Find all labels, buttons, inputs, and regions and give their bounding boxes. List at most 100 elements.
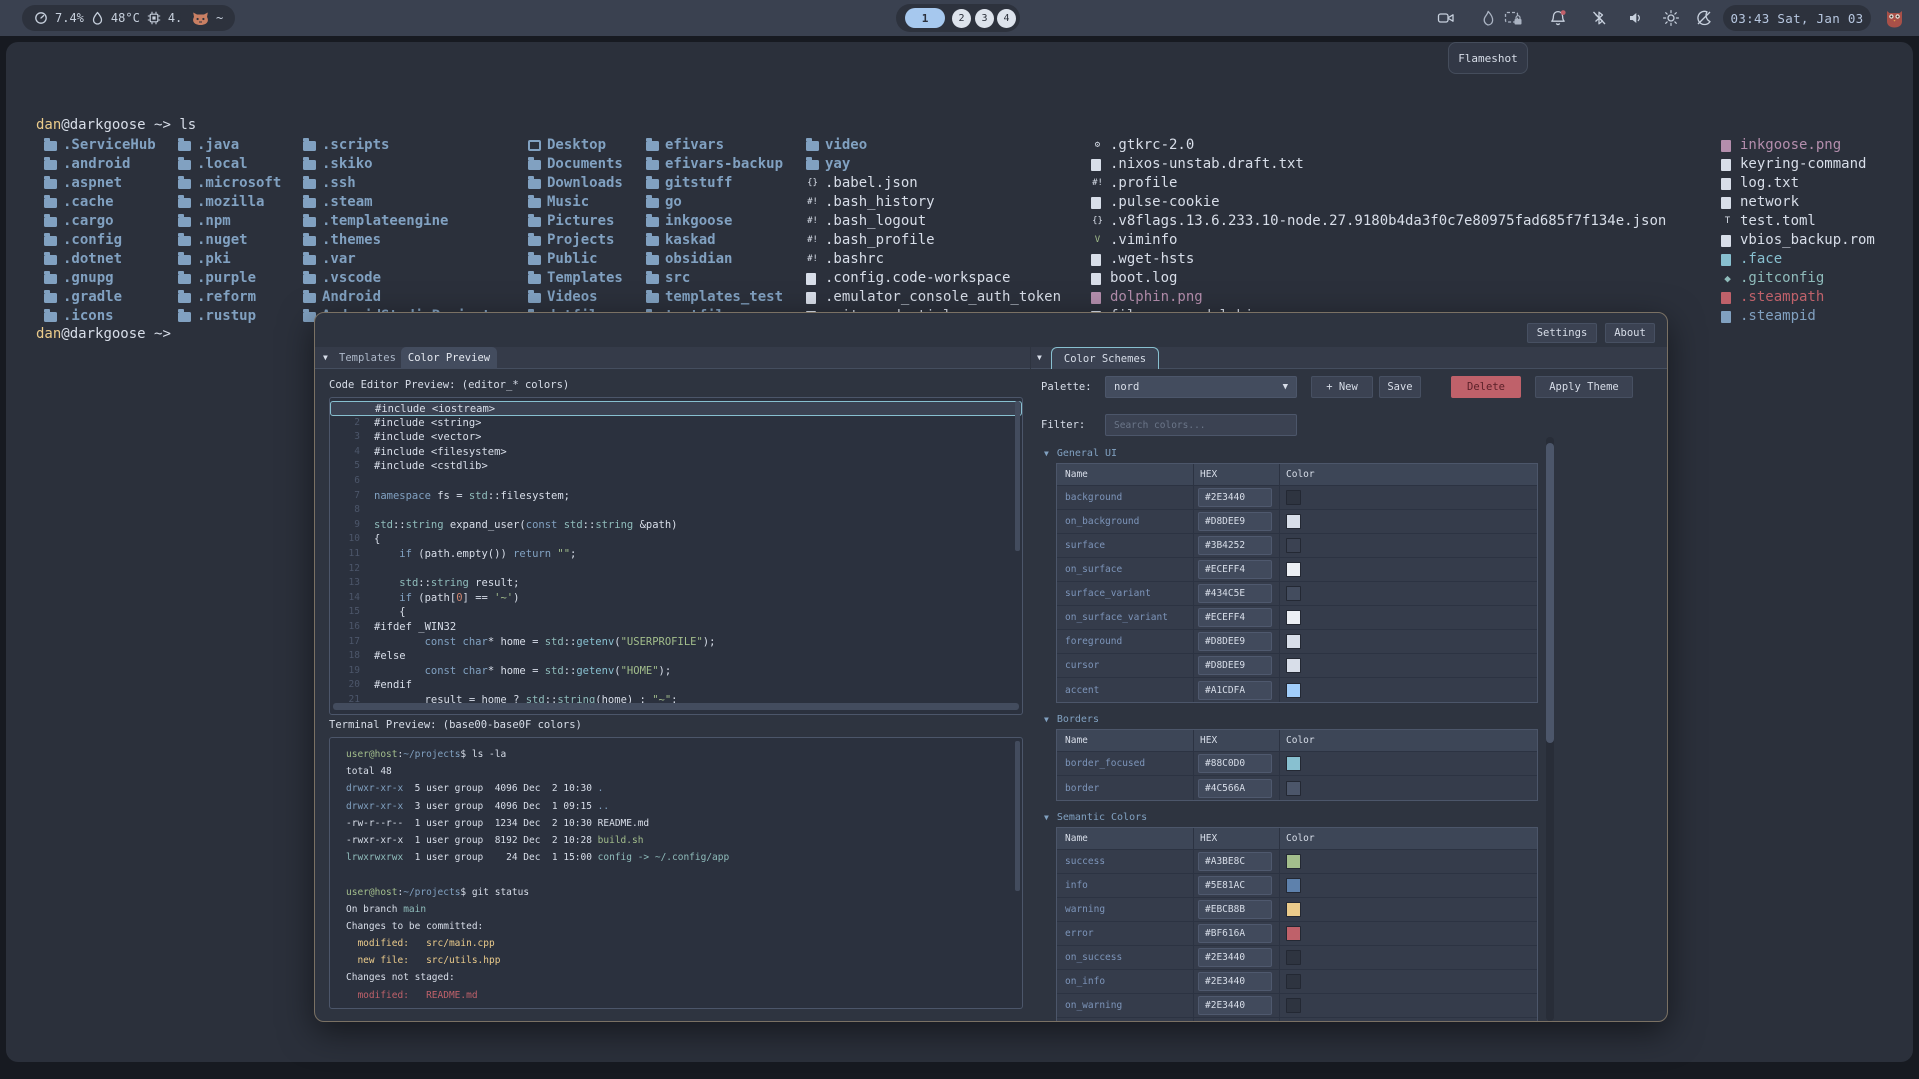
color-filter-input[interactable] bbox=[1105, 414, 1297, 436]
workspace-3[interactable]: 3 bbox=[975, 9, 994, 28]
workspace-1-active[interactable]: 1 bbox=[905, 8, 945, 28]
terminal-preview-scrollbar[interactable] bbox=[1015, 741, 1020, 891]
color-row[interactable]: accent#A1CDFA bbox=[1057, 678, 1537, 702]
line-number: 13 bbox=[334, 576, 360, 591]
workspace-4[interactable]: 4 bbox=[997, 9, 1016, 28]
hex-value-input[interactable]: #2E3440 bbox=[1198, 488, 1272, 507]
hex-value-input[interactable]: #D8DEE9 bbox=[1198, 656, 1272, 675]
bluetooth-off-icon[interactable] bbox=[1590, 9, 1608, 27]
delete-button[interactable]: Delete bbox=[1451, 376, 1521, 398]
color-row[interactable]: border#4C566A bbox=[1057, 776, 1537, 800]
clock[interactable]: 03:43 Sat, Jan 03 bbox=[1723, 5, 1871, 31]
tab-color-preview[interactable]: Color Preview bbox=[401, 347, 497, 369]
color-swatch[interactable] bbox=[1286, 514, 1301, 529]
color-swatch[interactable] bbox=[1286, 562, 1301, 577]
color-row[interactable]: surface_variant#434C5E bbox=[1057, 582, 1537, 606]
night-light-off-icon[interactable] bbox=[1695, 9, 1713, 27]
color-swatch[interactable] bbox=[1286, 634, 1301, 649]
color-swatch[interactable] bbox=[1286, 538, 1301, 553]
screen-record-icon[interactable] bbox=[1437, 9, 1455, 27]
color-row[interactable]: on_background#D8DEE9 bbox=[1057, 510, 1537, 534]
hex-value-input[interactable]: #A3BE8C bbox=[1198, 852, 1272, 871]
folder-icon bbox=[528, 255, 541, 265]
hex-value-input[interactable]: #ECEFF4 bbox=[1198, 560, 1272, 579]
code-scrollbar[interactable] bbox=[1015, 401, 1020, 551]
hex-value-input[interactable] bbox=[1198, 1021, 1272, 1023]
hex-value-input[interactable]: #ECEFF4 bbox=[1198, 608, 1272, 627]
color-swatch[interactable] bbox=[1286, 781, 1301, 796]
horizontal-scrollbar[interactable] bbox=[333, 703, 1019, 710]
file-name: .purple bbox=[197, 269, 256, 288]
brightness-icon[interactable] bbox=[1662, 9, 1680, 27]
color-swatch[interactable] bbox=[1286, 998, 1301, 1013]
chevron-down-icon[interactable]: ▼ bbox=[323, 353, 328, 362]
section-header[interactable]: ▼General UI bbox=[1041, 445, 1655, 461]
code-token: result; bbox=[469, 576, 520, 591]
flameshot-icon[interactable] bbox=[1479, 9, 1497, 27]
hex-value-input[interactable]: #2E3440 bbox=[1198, 996, 1272, 1015]
color-swatch[interactable] bbox=[1286, 658, 1301, 673]
color-swatch[interactable] bbox=[1286, 926, 1301, 941]
save-button[interactable]: Save bbox=[1379, 376, 1421, 398]
color-row[interactable]: surface#3B4252 bbox=[1057, 534, 1537, 558]
hex-value-input[interactable]: #2E3440 bbox=[1198, 972, 1272, 991]
color-swatch[interactable] bbox=[1286, 902, 1301, 917]
color-row[interactable]: foreground#D8DEE9 bbox=[1057, 630, 1537, 654]
color-row[interactable]: on_info#2E3440 bbox=[1057, 970, 1537, 994]
tray-owl-icon[interactable] bbox=[1884, 7, 1902, 25]
color-row[interactable]: border_focused#88C0D0 bbox=[1057, 752, 1537, 776]
color-swatch[interactable] bbox=[1286, 878, 1301, 893]
hex-value-input[interactable]: #D8DEE9 bbox=[1198, 512, 1272, 531]
color-row[interactable]: on_surface_variant#ECEFF4 bbox=[1057, 606, 1537, 630]
tab-color-schemes[interactable]: Color Schemes bbox=[1051, 347, 1159, 369]
hex-value-input[interactable]: #434C5E bbox=[1198, 584, 1272, 603]
terminal-preview[interactable]: user@host:~/projects$ ls -latotal 48drwx… bbox=[329, 737, 1023, 1009]
color-row[interactable]: error#BF616A bbox=[1057, 922, 1537, 946]
hex-value-input[interactable]: #88C0D0 bbox=[1198, 754, 1272, 773]
hex-value-input[interactable]: #BF616A bbox=[1198, 924, 1272, 943]
color-row[interactable]: info#5E81AC bbox=[1057, 874, 1537, 898]
tab-templates[interactable]: Templates bbox=[339, 347, 396, 369]
code-token bbox=[374, 576, 399, 591]
color-row[interactable]: on_surface#ECEFF4 bbox=[1057, 558, 1537, 582]
color-swatch[interactable] bbox=[1286, 610, 1301, 625]
color-swatch[interactable] bbox=[1286, 974, 1301, 989]
panel-scrollbar-thumb[interactable] bbox=[1546, 443, 1554, 743]
color-swatch[interactable] bbox=[1286, 683, 1301, 698]
section-header[interactable]: ▼Semantic Colors bbox=[1041, 809, 1655, 825]
color-swatch[interactable] bbox=[1286, 854, 1301, 869]
color-row[interactable]: on_warning#2E3440 bbox=[1057, 994, 1537, 1018]
hex-value-input[interactable]: #3B4252 bbox=[1198, 536, 1272, 555]
color-row[interactable]: warning#EBCB8B bbox=[1057, 898, 1537, 922]
new-palette-button[interactable]: + New bbox=[1311, 376, 1373, 398]
hex-value-input[interactable]: #4C566A bbox=[1198, 779, 1272, 798]
hex-value-input[interactable]: #EBCB8B bbox=[1198, 900, 1272, 919]
hex-value-input[interactable]: #2E3440 bbox=[1198, 948, 1272, 967]
chevron-down-icon[interactable]: ▼ bbox=[1037, 353, 1042, 362]
hex-value-input[interactable]: #D8DEE9 bbox=[1198, 632, 1272, 651]
color-swatch[interactable] bbox=[1286, 490, 1301, 505]
color-swatch[interactable] bbox=[1286, 756, 1301, 771]
hex-value-input[interactable]: #A1CDFA bbox=[1198, 681, 1272, 700]
color-row[interactable]: success#A3BE8C bbox=[1057, 850, 1537, 874]
terminal-shell-pill[interactable]: ~ bbox=[180, 5, 235, 31]
about-button[interactable]: About bbox=[1605, 323, 1655, 343]
code-editor-preview[interactable]: 1#include <iostream>2#include <string>3#… bbox=[329, 397, 1023, 715]
ls-entry: dolphin.png bbox=[1091, 288, 1666, 307]
screenshot-lock-icon[interactable] bbox=[1504, 9, 1522, 27]
settings-button[interactable]: Settings bbox=[1527, 323, 1597, 343]
color-row[interactable] bbox=[1057, 1018, 1537, 1022]
color-row[interactable]: cursor#D8DEE9 bbox=[1057, 654, 1537, 678]
terminal-token: $ ls -la bbox=[460, 749, 506, 760]
color-swatch[interactable] bbox=[1286, 950, 1301, 965]
notification-bell-icon[interactable] bbox=[1549, 9, 1567, 27]
color-row[interactable]: on_success#2E3440 bbox=[1057, 946, 1537, 970]
color-swatch[interactable] bbox=[1286, 586, 1301, 601]
workspace-2[interactable]: 2 bbox=[952, 9, 971, 28]
section-header[interactable]: ▼Borders bbox=[1041, 711, 1655, 727]
volume-icon[interactable] bbox=[1627, 9, 1645, 27]
apply-theme-button[interactable]: Apply Theme bbox=[1535, 376, 1633, 398]
palette-select[interactable]: nord ▼ bbox=[1105, 376, 1297, 398]
color-row[interactable]: background#2E3440 bbox=[1057, 486, 1537, 510]
hex-value-input[interactable]: #5E81AC bbox=[1198, 876, 1272, 895]
